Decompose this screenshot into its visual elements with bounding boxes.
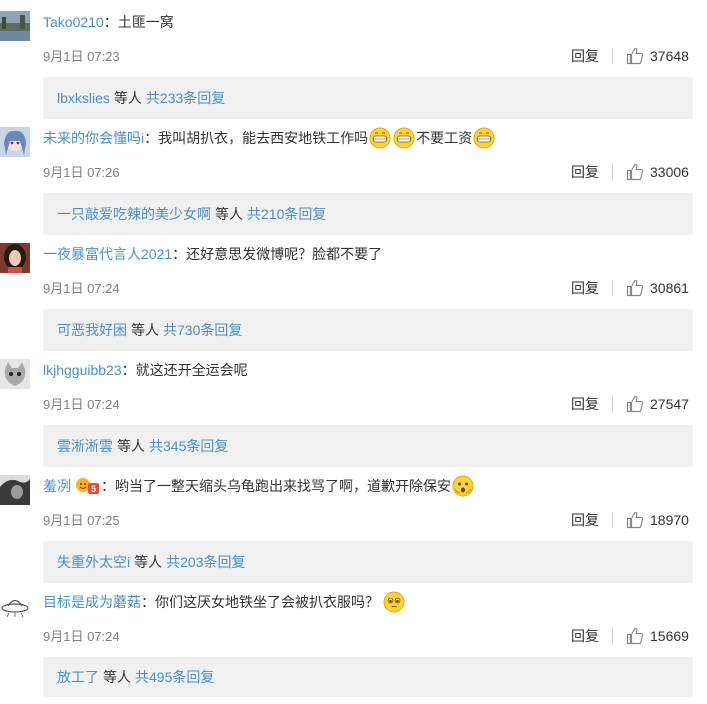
like-count: 27547 — [650, 396, 689, 412]
comment-text: 就这还开全运会呢 — [135, 362, 248, 378]
sub-reply-count[interactable]: 共495条回复 — [135, 669, 214, 685]
comment-item: lkjhgguibb23 ： 就这还开全运会呢 9月1日 07:24 回复 27… — [0, 356, 707, 472]
sub-replies-box[interactable]: 雲淅淅雲 等人 共345条回复 — [43, 425, 693, 467]
comment-time: 9月1日 07:25 — [43, 513, 120, 528]
comment-time: 9月1日 07:26 — [43, 165, 120, 180]
sub-reply-count[interactable]: 共233条回复 — [146, 90, 225, 106]
sub-replies-box[interactable]: 放工了 等人 共495条回复 — [43, 657, 693, 697]
like-count: 37648 — [650, 48, 689, 64]
comment-item: 未来的你会懂吗i ： 我叫胡扒衣，能去西安地铁工作吗 不要工资 9月1日 07:… — [0, 124, 707, 240]
thumbs-up-icon — [626, 627, 644, 645]
sub-replies-box[interactable]: 一只敲爱吃辣的美少女啊 等人 共210条回复 — [43, 193, 693, 235]
comment-time: 9月1日 07:23 — [43, 49, 120, 64]
grin-emoji-icon — [473, 127, 495, 149]
comment-line: 一夜暴富代言人2021 ： 还好意思发微博呢？脸都不要了 — [43, 243, 382, 265]
grin-emoji-icon — [393, 127, 415, 149]
bw-portrait-avatar-icon — [0, 475, 30, 505]
like-button[interactable]: 33006 — [626, 161, 689, 183]
username[interactable]: 羞冽 — [43, 475, 71, 497]
svg-text:5: 5 — [91, 484, 96, 494]
vip-level-badge-icon: 5 — [75, 476, 101, 496]
anime-girl-avatar-icon — [0, 127, 30, 157]
sub-reply-count[interactable]: 共345条回复 — [149, 438, 228, 454]
sub-reply-count[interactable]: 共203条回复 — [166, 554, 245, 570]
comment-item: 目标是成为蘑菇 ： 你们这厌女地铁坐了会被扒衣服吗？ 9月1日 07:24 回复… — [0, 588, 707, 704]
sub-replies-box[interactable]: lbxkslies 等人 共233条回复 — [43, 77, 693, 119]
like-count: 33006 — [650, 164, 689, 180]
thumbs-up-icon — [626, 163, 644, 181]
woman-avatar-icon — [0, 243, 30, 273]
thumbs-up-icon — [626, 395, 644, 413]
comment-time: 9月1日 07:24 — [43, 629, 120, 644]
thumbs-up-icon — [626, 279, 644, 297]
comment-item: 羞冽 5 ： 哟当了一整天缩头乌龟跑出来找骂了啊，道歉开除保安 9月1日 07:… — [0, 472, 707, 588]
cat-avatar-icon — [0, 359, 30, 389]
like-button[interactable]: 18970 — [626, 509, 689, 531]
username[interactable]: 一夜暴富代言人2021 — [43, 243, 172, 265]
reply-button[interactable]: 回复 — [571, 46, 599, 66]
sub-reply-user[interactable]: 放工了 — [57, 669, 99, 685]
sub-reply-user[interactable]: 一只敲爱吃辣的美少女啊 — [57, 206, 211, 222]
comment-item: Tako0210 ： 土匪一窝 9月1日 07:23 回复 37648 lbxk… — [0, 8, 707, 124]
like-button[interactable]: 15669 — [626, 625, 689, 647]
divider — [612, 281, 613, 295]
sub-reply-user[interactable]: 失重外太空i — [57, 554, 130, 570]
comment-text: 你们这厌女地铁坐了会被扒衣服吗？ — [155, 594, 379, 610]
comment-item: 一夜暴富代言人2021 ： 还好意思发微博呢？脸都不要了 9月1日 07:24 … — [0, 240, 707, 356]
reply-button[interactable]: 回复 — [571, 626, 599, 646]
like-count: 30861 — [650, 280, 689, 296]
like-button[interactable]: 27547 — [626, 393, 689, 415]
divider — [612, 397, 613, 411]
comment-line: lkjhgguibb23 ： 就这还开全运会呢 — [43, 359, 248, 381]
comment-text: 哟当了一整天缩头乌龟跑出来找骂了啊，道歉开除保安 — [115, 478, 451, 494]
username[interactable]: lkjhgguibb23 — [43, 359, 122, 381]
comment-line: Tako0210 ： 土匪一窝 — [43, 11, 174, 33]
comment-text: 不要工资 — [416, 130, 473, 146]
avatar[interactable] — [0, 475, 30, 505]
grin-emoji-icon — [369, 127, 391, 149]
sub-reply-count[interactable]: 共730条回复 — [163, 322, 242, 338]
comment-line: 目标是成为蘑菇 ： 你们这厌女地铁坐了会被扒衣服吗？ — [43, 591, 406, 613]
avatar[interactable] — [0, 591, 30, 621]
divider — [612, 165, 613, 179]
like-count: 18970 — [650, 512, 689, 528]
divider — [612, 629, 613, 643]
ufo-sketch-avatar-icon — [0, 591, 30, 621]
reply-button[interactable]: 回复 — [571, 510, 599, 530]
thumbs-up-icon — [626, 47, 644, 65]
divider — [612, 513, 613, 527]
scared-emoji-icon — [452, 475, 474, 497]
comment-time: 9月1日 07:24 — [43, 397, 120, 412]
comment-line: 未来的你会懂吗i ： 我叫胡扒衣，能去西安地铁工作吗 不要工资 — [43, 127, 496, 149]
landscape-avatar-icon — [0, 11, 30, 41]
comment-line: 羞冽 5 ： 哟当了一整天缩头乌龟跑出来找骂了啊，道歉开除保安 — [43, 475, 475, 497]
like-count: 15669 — [650, 628, 689, 644]
sub-reply-user[interactable]: lbxkslies — [57, 90, 110, 106]
avatar[interactable] — [0, 11, 30, 41]
sub-replies-box[interactable]: 可恶我好困 等人 共730条回复 — [43, 309, 693, 351]
sub-reply-user[interactable]: 可恶我好困 — [57, 322, 127, 338]
comment-text: 土匪一窝 — [117, 14, 174, 30]
avatar[interactable] — [0, 127, 30, 157]
comment-time: 9月1日 07:24 — [43, 281, 120, 296]
avatar[interactable] — [0, 243, 30, 273]
like-button[interactable]: 30861 — [626, 277, 689, 299]
divider — [612, 49, 613, 63]
sub-reply-count[interactable]: 共210条回复 — [247, 206, 326, 222]
reply-button[interactable]: 回复 — [571, 394, 599, 414]
like-button[interactable]: 37648 — [626, 45, 689, 67]
username[interactable]: 未来的你会懂吗i — [43, 127, 144, 149]
reply-button[interactable]: 回复 — [571, 278, 599, 298]
pleading-emoji-icon — [383, 591, 405, 613]
thumbs-up-icon — [626, 511, 644, 529]
sub-reply-user[interactable]: 雲淅淅雲 — [57, 438, 113, 454]
username[interactable]: Tako0210 — [43, 11, 104, 33]
username[interactable]: 目标是成为蘑菇 — [43, 591, 141, 613]
avatar[interactable] — [0, 359, 30, 389]
comment-text: 我叫胡扒衣，能去西安地铁工作吗 — [158, 130, 369, 146]
sub-replies-box[interactable]: 失重外太空i 等人 共203条回复 — [43, 541, 693, 583]
comment-text: 还好意思发微博呢？脸都不要了 — [186, 246, 383, 262]
reply-button[interactable]: 回复 — [571, 162, 599, 182]
